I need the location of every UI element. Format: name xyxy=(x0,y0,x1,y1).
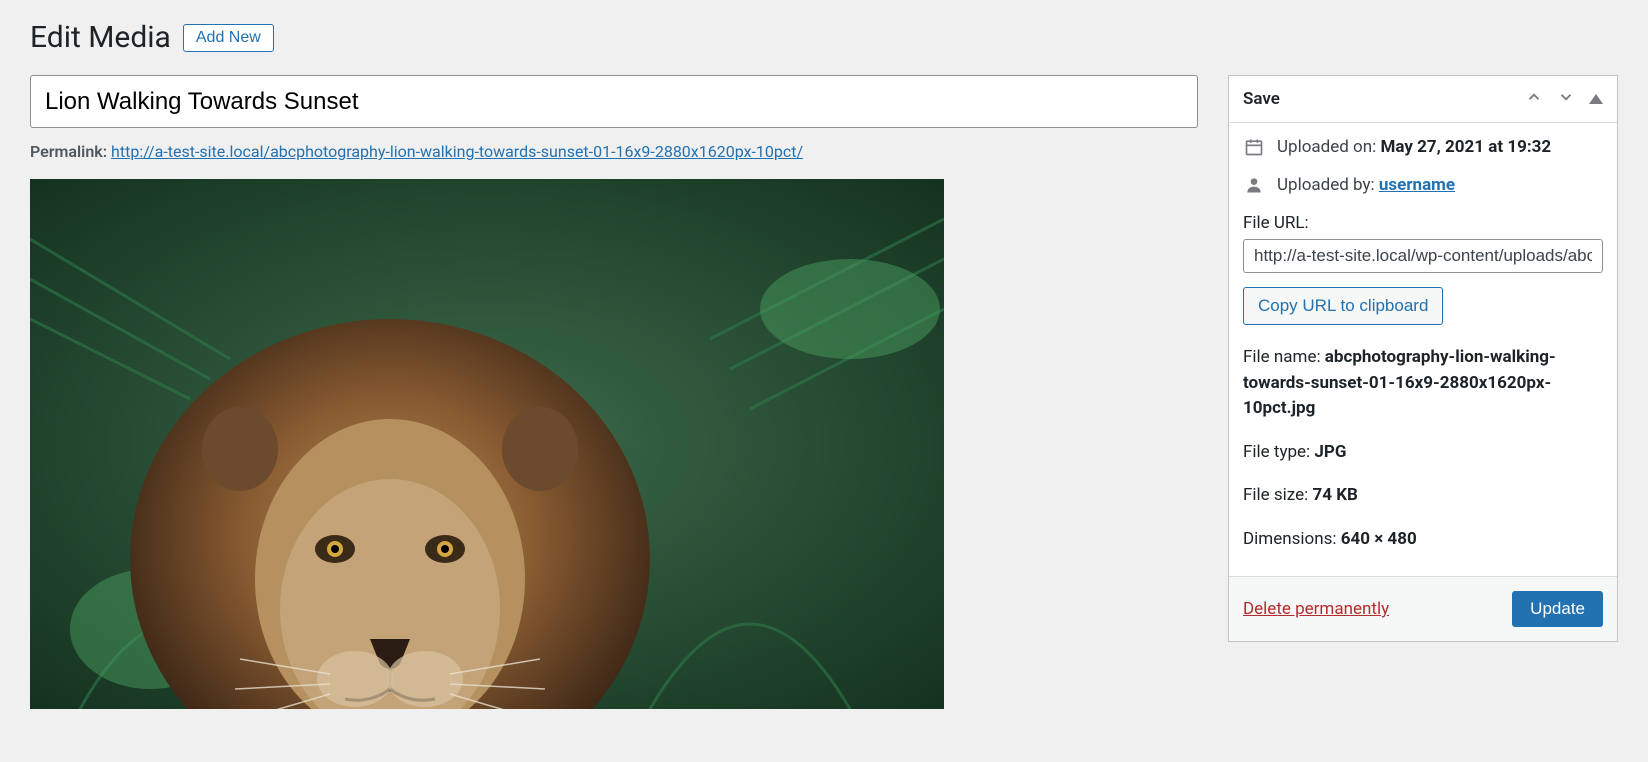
dimensions-row: Dimensions: 640 × 480 xyxy=(1243,527,1603,553)
file-type-value: JPG xyxy=(1314,442,1346,462)
page-title: Edit Media xyxy=(30,20,171,55)
delete-permanently-link[interactable]: Delete permanently xyxy=(1243,599,1389,619)
collapse-toggle-icon[interactable] xyxy=(1589,94,1603,104)
uploaded-on-label: Uploaded on: xyxy=(1277,137,1376,157)
move-down-icon[interactable] xyxy=(1557,88,1575,110)
file-size-label: File size: xyxy=(1243,485,1308,505)
media-preview-image xyxy=(30,179,944,709)
save-metabox-title: Save xyxy=(1243,89,1280,109)
add-new-button[interactable]: Add New xyxy=(183,24,274,52)
dimensions-label: Dimensions: xyxy=(1243,529,1336,549)
save-metabox: Save Uploaded on: May 27, 2021 at 19:32 xyxy=(1228,75,1618,642)
uploaded-by-link[interactable]: username xyxy=(1379,175,1455,195)
uploaded-on-value: May 27, 2021 at 19:32 xyxy=(1380,137,1551,157)
permalink-link[interactable]: http://a-test-site.local/abcphotography-… xyxy=(111,142,803,161)
uploaded-by-label: Uploaded by: xyxy=(1277,175,1375,195)
uploaded-on-row: Uploaded on: May 27, 2021 at 19:32 xyxy=(1277,137,1551,157)
content-area: Permalink: http://a-test-site.local/abcp… xyxy=(30,75,1198,709)
update-button[interactable]: Update xyxy=(1512,591,1603,627)
file-type-row: File type: JPG xyxy=(1243,440,1603,466)
user-icon xyxy=(1243,175,1265,195)
copy-url-button[interactable]: Copy URL to clipboard xyxy=(1243,287,1443,325)
permalink-label: Permalink: xyxy=(30,142,107,161)
file-name-label: File name: xyxy=(1243,347,1321,367)
file-size-value: 74 KB xyxy=(1312,485,1357,505)
uploaded-by-row: Uploaded by: username xyxy=(1277,175,1455,195)
file-size-row: File size: 74 KB xyxy=(1243,483,1603,509)
media-title-input[interactable] xyxy=(30,75,1198,128)
move-up-icon[interactable] xyxy=(1525,88,1543,110)
dimensions-value: 640 × 480 xyxy=(1341,529,1417,549)
file-url-input[interactable] xyxy=(1243,239,1603,273)
file-type-label: File type: xyxy=(1243,442,1310,462)
file-url-label: File URL: xyxy=(1243,213,1603,233)
file-name-row: File name: abcphotography-lion-walking-t… xyxy=(1243,345,1603,422)
calendar-icon xyxy=(1243,137,1265,157)
